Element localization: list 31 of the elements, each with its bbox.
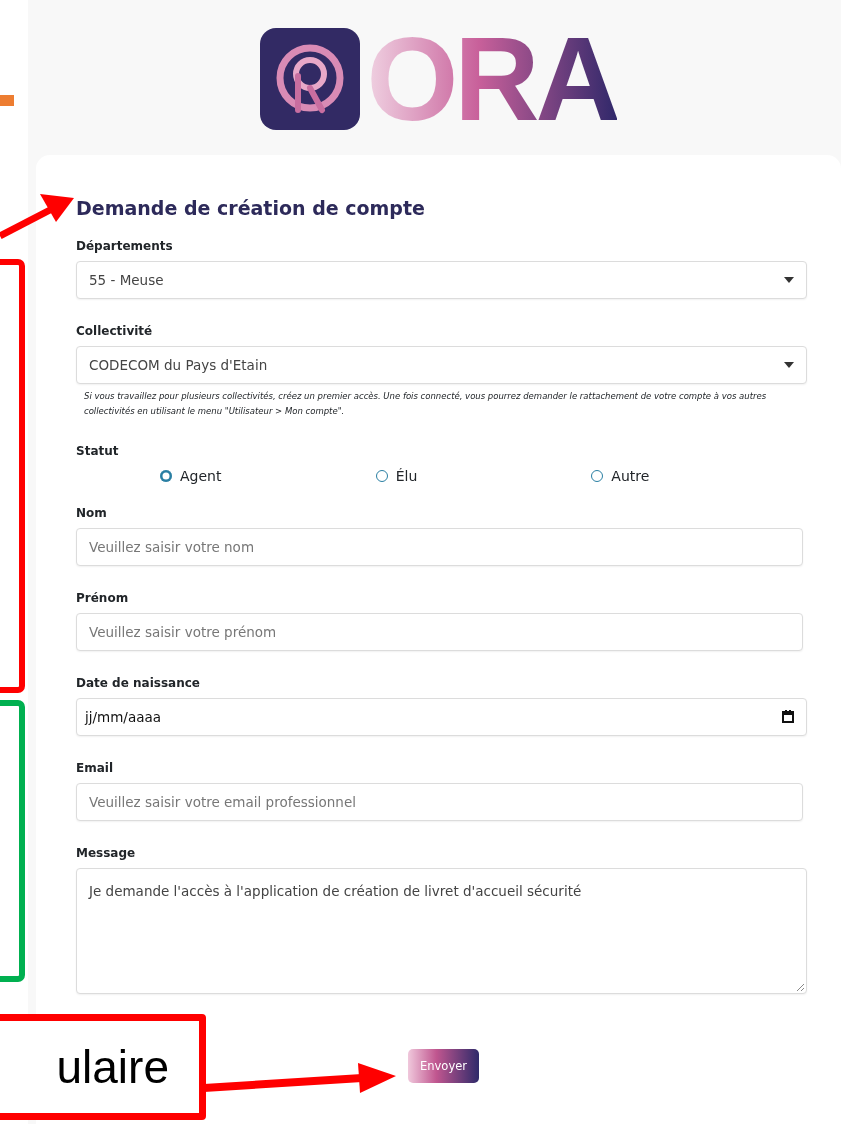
field-label: Email (76, 760, 115, 775)
field-label: Collectivité (76, 324, 154, 338)
select-field[interactable]: CODECOM du Pays d'Etain (76, 346, 807, 384)
input-field[interactable]: Veuillez saisir votre email professionnel (76, 782, 803, 821)
radio-button[interactable] (375, 469, 388, 482)
message-field[interactable]: Je demande l'accès à l'application de création de livret d'accueil sécurité (76, 867, 807, 994)
field-label: Nom (76, 505, 108, 520)
radio-option[interactable]: Autre (591, 467, 807, 484)
logo-icon (260, 28, 361, 130)
caret-icon (784, 277, 794, 283)
field-label: Départements (76, 239, 174, 253)
field-label: Message (76, 845, 137, 860)
select-field[interactable]: 55 - Meuse (76, 261, 807, 299)
caret-icon (784, 362, 794, 368)
input-field[interactable]: Veuillez saisir votre nom (76, 527, 803, 566)
radio-button[interactable] (591, 469, 604, 482)
field-label: Date de naissance (76, 675, 201, 690)
radio-button[interactable] (160, 469, 172, 482)
resize-handle-icon (796, 982, 804, 991)
submit-button[interactable]: Envoyer (408, 1048, 479, 1083)
annotation-marker (0, 95, 14, 106)
date-field[interactable]: jj/mm/aaaa (76, 697, 807, 736)
radio-option[interactable]: Agent (160, 467, 376, 484)
input-field[interactable]: Veuillez saisir votre prénom (76, 612, 803, 651)
form-title: Demande de création de compte (76, 197, 426, 219)
field-label: Prénom (76, 590, 130, 605)
help-text: Si vous travaillez pour plusieurs collectivités, créez un premier accès. Une fois connecté, vous pourrez demander le rattachement de votre compte à vos autres collectivités en utilisant le menu "Utilisateur > Mon compte". (84, 390, 768, 418)
radio-option[interactable]: Élu (375, 467, 592, 484)
calendar-icon (782, 710, 794, 724)
field-label: Statut (76, 443, 120, 458)
callout-text: ulaire (56, 1040, 169, 1094)
